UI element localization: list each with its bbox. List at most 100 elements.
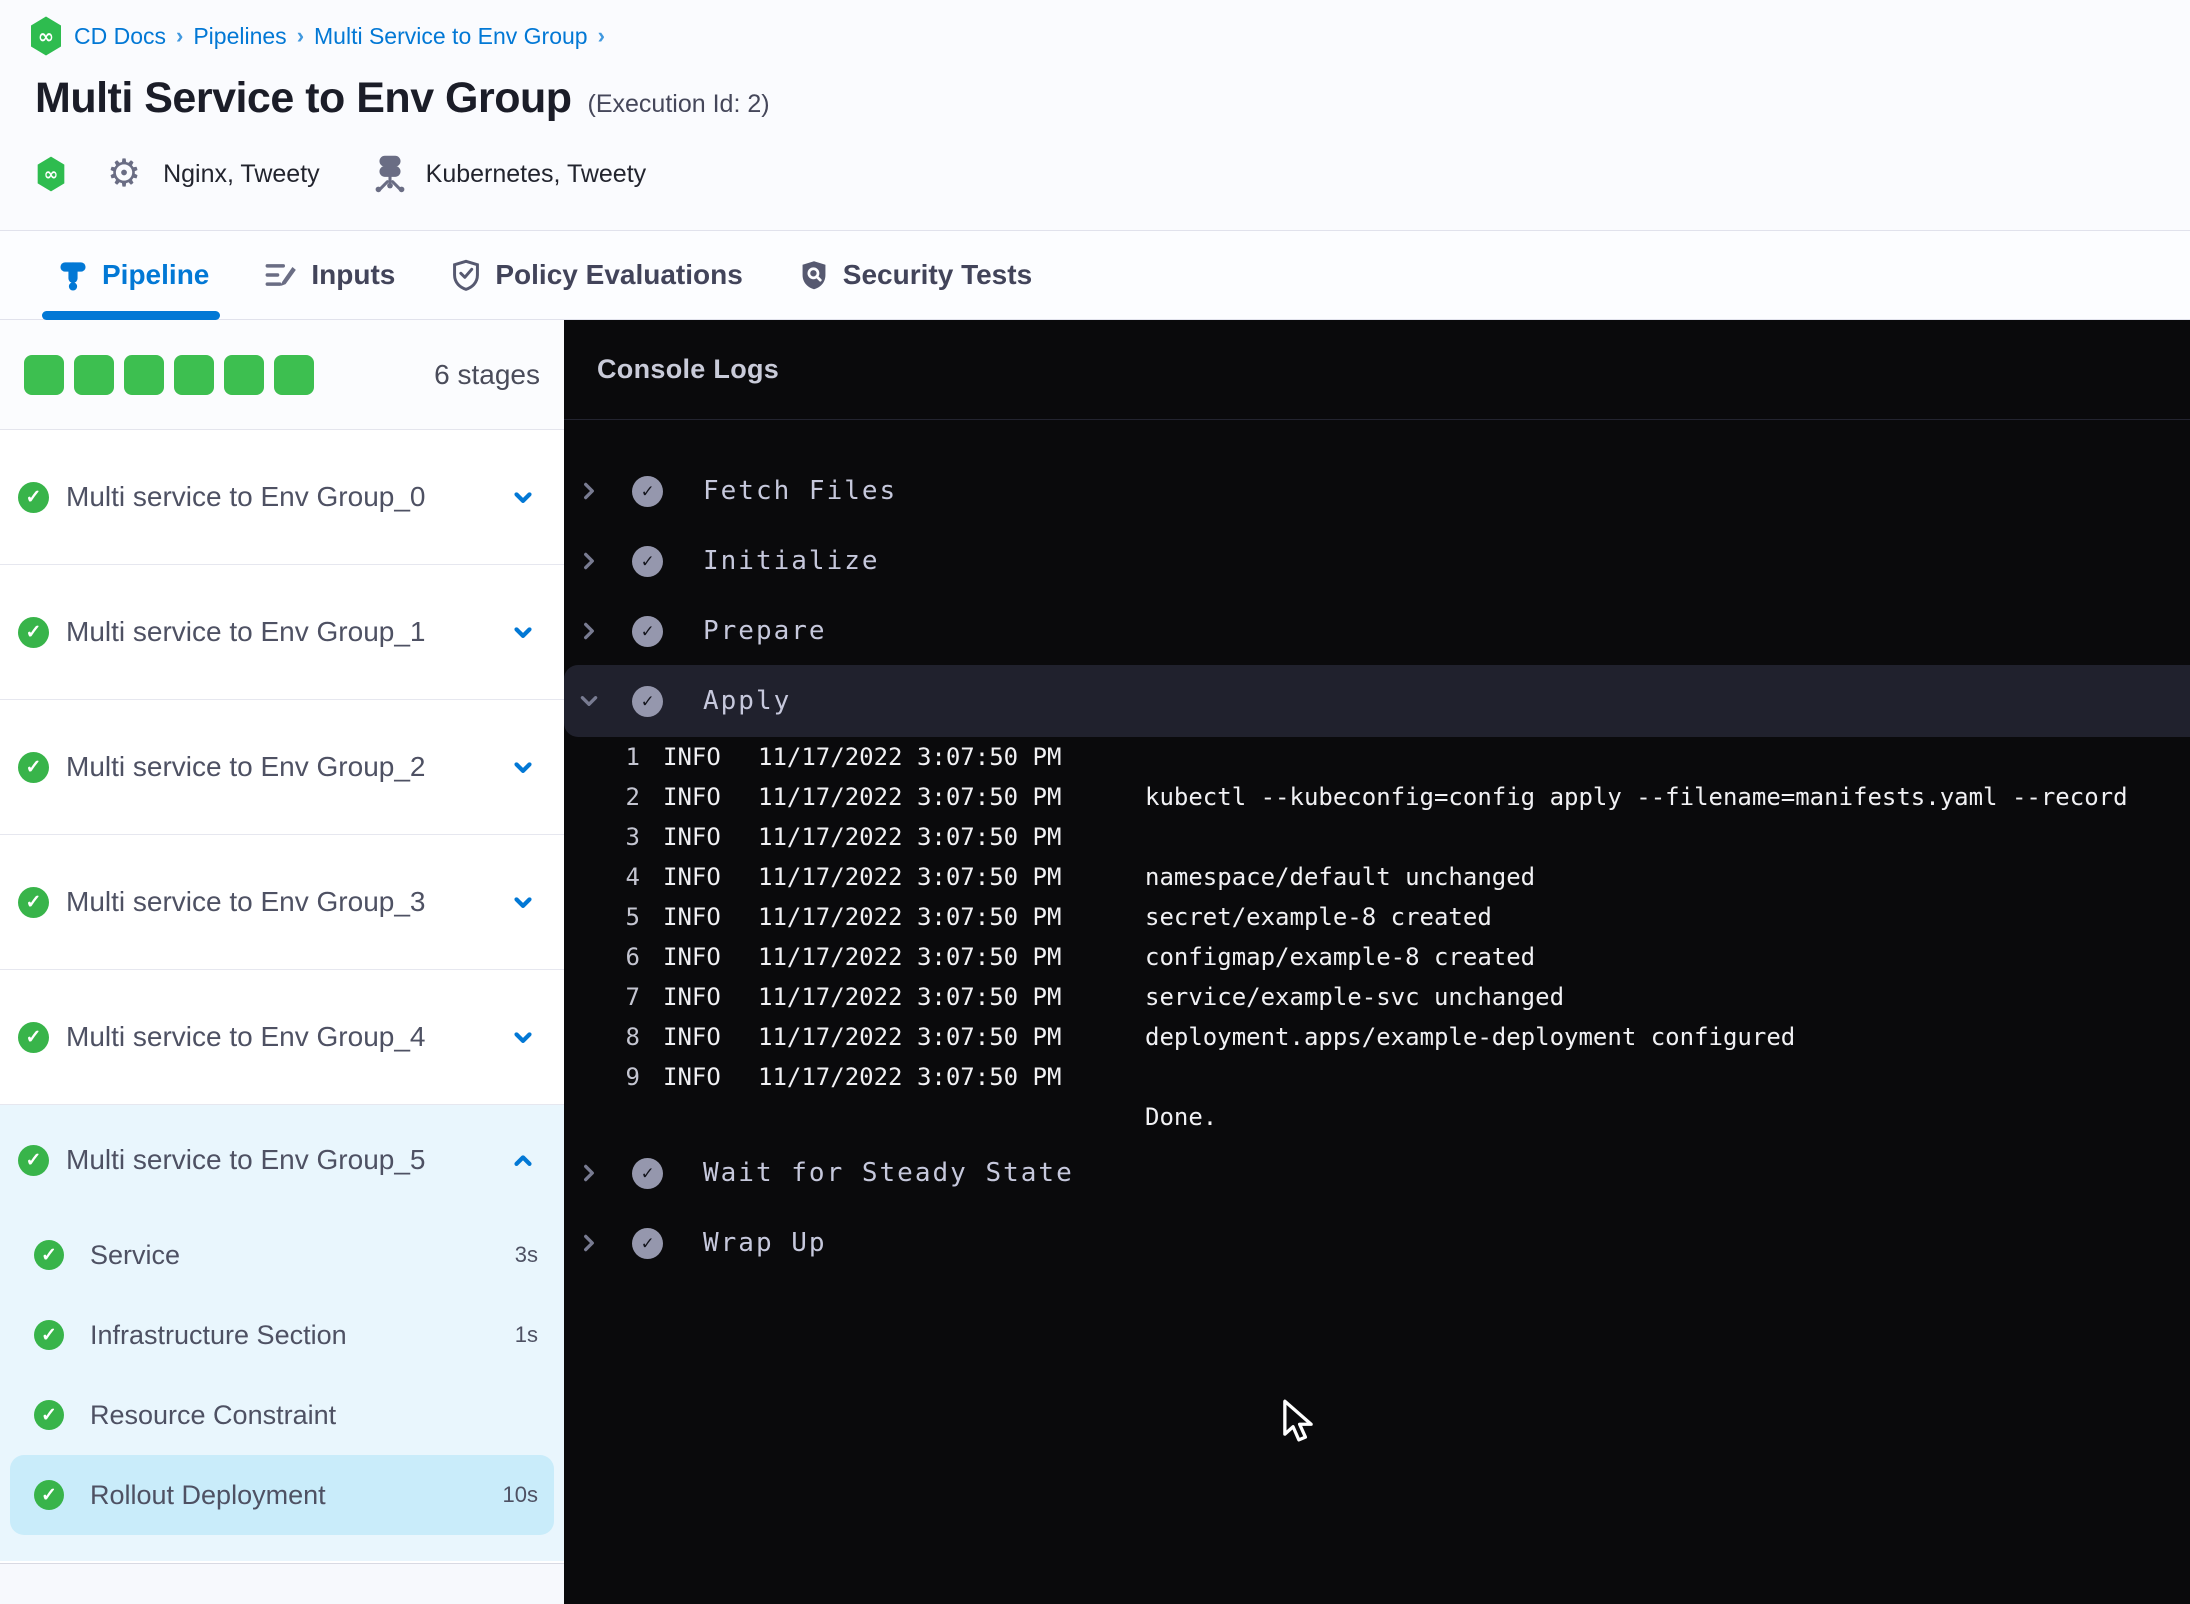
- section-label: Prepare: [703, 616, 827, 646]
- progress-square: [24, 355, 64, 395]
- chevron-down-icon[interactable]: [510, 1024, 536, 1050]
- substep-name: Infrastructure Section: [90, 1319, 347, 1350]
- log-timestamp: 11/17/2022 3:07:50 PM: [758, 1063, 1062, 1091]
- svg-text:∞: ∞: [44, 165, 58, 185]
- chevron-down-icon[interactable]: [578, 690, 600, 712]
- step-success-icon: ✓: [632, 475, 663, 507]
- log-message: deployment.apps/example-deployment confi…: [1145, 1023, 1796, 1051]
- substep-infrastructure-section[interactable]: ✓ Infrastructure Section 1s: [0, 1295, 564, 1375]
- pipeline-execution-page: ∞ CD Docs › Pipelines › Multi Service to…: [0, 0, 2190, 1604]
- log-timestamp: 11/17/2022 3:07:50 PM: [758, 983, 1062, 1011]
- log-line: 2 INFO 11/17/2022 3:07:50 PM kubectl --k…: [564, 777, 2190, 817]
- breadcrumb-link-pipelines[interactable]: Pipelines: [193, 23, 286, 50]
- sidebar-bottom-strip: [0, 1563, 564, 1604]
- chevron-down-icon[interactable]: [510, 484, 536, 510]
- section-label: Wait for Steady State: [703, 1158, 1074, 1188]
- substep-duration: 10s: [502, 1482, 538, 1507]
- log-line: 1 INFO 11/17/2022 3:07:50 PM: [564, 737, 2190, 777]
- log-level: INFO: [663, 943, 721, 971]
- log-section-prepare[interactable]: ✓ Prepare: [564, 595, 2190, 667]
- execution-id: (Execution Id: 2): [587, 90, 770, 118]
- log-timestamp: 11/17/2022 3:07:50 PM: [758, 903, 1062, 931]
- tab-policy-evaluations[interactable]: Policy Evaluations: [451, 259, 743, 291]
- progress-square: [174, 355, 214, 395]
- log-line-number: 7: [625, 983, 640, 1011]
- stage-row-0[interactable]: ✓ Multi service to Env Group_0: [0, 430, 564, 565]
- stages-summary: 6 stages: [0, 320, 564, 430]
- log-line: 8 INFO 11/17/2022 3:07:50 PM deployment.…: [564, 1017, 2190, 1057]
- log-section-apply[interactable]: ✓ Apply: [564, 665, 2190, 737]
- log-timestamp: 11/17/2022 3:07:50 PM: [758, 823, 1062, 851]
- chevron-down-icon[interactable]: [510, 889, 536, 915]
- chevron-right-icon[interactable]: [578, 1162, 600, 1184]
- harness-cd-icon: ∞: [35, 154, 67, 194]
- log-message: service/example-svc unchanged: [1145, 983, 1565, 1011]
- tab-label: Security Tests: [842, 259, 1033, 290]
- chevron-up-icon[interactable]: [510, 1147, 536, 1173]
- substep-name: Rollout Deployment: [90, 1479, 326, 1510]
- log-level: INFO: [663, 743, 721, 771]
- breadcrumb-link-pipeline-name[interactable]: Multi Service to Env Group: [314, 23, 588, 50]
- stage-row-1[interactable]: ✓ Multi service to Env Group_1: [0, 565, 564, 700]
- log-line: 3 INFO 11/17/2022 3:07:50 PM: [564, 817, 2190, 857]
- stage-row-2[interactable]: ✓ Multi service to Env Group_2: [0, 700, 564, 835]
- substep-rollout-deployment[interactable]: ✓ Rollout Deployment 10s: [10, 1455, 554, 1535]
- log-timestamp: 11/17/2022 3:07:50 PM: [758, 1023, 1062, 1051]
- tab-pipeline[interactable]: Pipeline: [58, 259, 209, 291]
- stage-row-4[interactable]: ✓ Multi service to Env Group_4: [0, 970, 564, 1105]
- section-label: Apply: [703, 686, 792, 716]
- stages-sidebar: 6 stages ✓ Multi service to Env Group_0 …: [0, 320, 564, 1604]
- stage-name: Multi service to Env Group_5: [66, 1144, 426, 1175]
- step-success-icon: ✓: [632, 615, 663, 647]
- log-level: INFO: [663, 1023, 721, 1051]
- log-line-number: 3: [625, 823, 640, 851]
- substep-service[interactable]: ✓ Service 3s: [0, 1215, 564, 1295]
- stage-name: Multi service to Env Group_3: [66, 886, 426, 917]
- tab-bar: Pipeline Inputs Policy Evaluations Secur…: [0, 230, 2190, 320]
- success-check-icon: ✓: [18, 1021, 49, 1053]
- step-success-icon: ✓: [632, 1157, 663, 1189]
- log-section-initialize[interactable]: ✓ Initialize: [564, 525, 2190, 597]
- substep-resource-constraint[interactable]: ✓ Resource Constraint: [0, 1375, 564, 1455]
- stage-row-3[interactable]: ✓ Multi service to Env Group_3: [0, 835, 564, 970]
- console-header: Console Logs: [564, 320, 2190, 420]
- log-level: INFO: [663, 983, 721, 1011]
- chevron-right-icon[interactable]: [578, 1232, 600, 1254]
- success-check-icon: ✓: [34, 1320, 64, 1350]
- tab-security-tests[interactable]: Security Tests: [799, 259, 1032, 291]
- chevron-down-icon[interactable]: [510, 754, 536, 780]
- breadcrumb-link-cd-docs[interactable]: CD Docs: [74, 23, 166, 50]
- environment-icon: [372, 154, 408, 194]
- success-check-icon: ✓: [18, 1144, 49, 1176]
- stage-row-5[interactable]: ✓ Multi service to Env Group_5: [0, 1105, 564, 1215]
- log-section-wrap-up[interactable]: ✓ Wrap Up: [564, 1207, 2190, 1279]
- log-line: 4 INFO 11/17/2022 3:07:50 PM namespace/d…: [564, 857, 2190, 897]
- chevron-right-icon[interactable]: [578, 620, 600, 642]
- log-line-number: 9: [625, 1063, 640, 1091]
- services-gear-icon: ⚙: [107, 153, 142, 195]
- title-row: Multi Service to Env Group (Execution Id…: [35, 74, 770, 123]
- log-level: INFO: [663, 903, 721, 931]
- log-section-wait-for-steady-state[interactable]: ✓ Wait for Steady State: [564, 1137, 2190, 1209]
- log-level: INFO: [663, 783, 721, 811]
- stage-name: Multi service to Env Group_0: [66, 481, 426, 512]
- substep-duration: 1s: [514, 1322, 538, 1347]
- services-row: ∞ ⚙ Nginx, Tweety Kubernetes, Tweety: [35, 148, 646, 200]
- mouse-cursor: [1278, 1398, 1318, 1444]
- success-check-icon: ✓: [18, 481, 49, 513]
- chevron-right-icon[interactable]: [578, 550, 600, 572]
- log-line-number: 4: [625, 863, 640, 891]
- substep-name: Resource Constraint: [90, 1399, 337, 1430]
- breadcrumb-separator: ›: [597, 23, 605, 48]
- log-timestamp: 11/17/2022 3:07:50 PM: [758, 783, 1062, 811]
- breadcrumb: ∞ CD Docs › Pipelines › Multi Service to…: [28, 14, 605, 58]
- log-section-fetch-files[interactable]: ✓ Fetch Files: [564, 455, 2190, 527]
- chevron-right-icon[interactable]: [578, 480, 600, 502]
- success-check-icon: ✓: [18, 751, 49, 783]
- step-success-icon: ✓: [632, 1227, 663, 1259]
- chevron-down-icon[interactable]: [510, 619, 536, 645]
- log-line-number: 2: [625, 783, 640, 811]
- tab-inputs[interactable]: Inputs: [265, 259, 395, 291]
- log-line-number: 8: [625, 1023, 640, 1051]
- tab-label: Pipeline: [102, 259, 210, 290]
